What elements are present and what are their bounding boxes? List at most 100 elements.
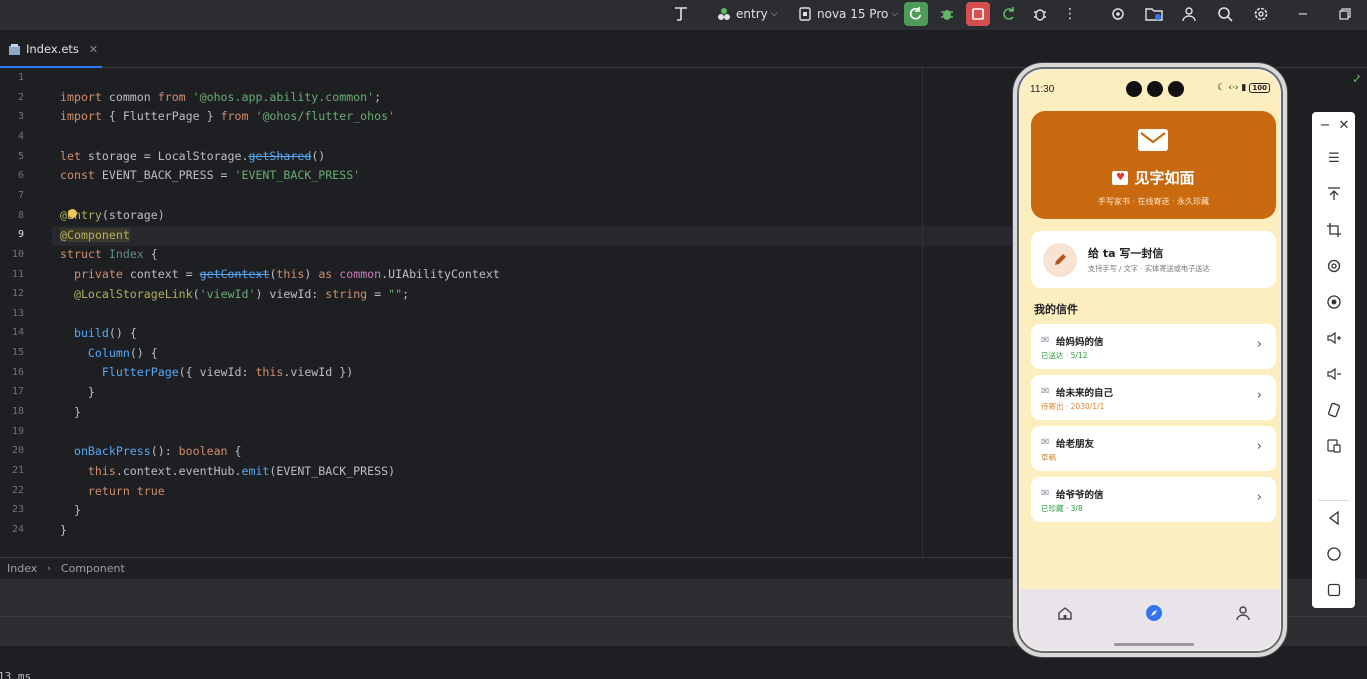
home-circle-icon[interactable]: [1323, 543, 1345, 565]
battery-icon: 100: [1249, 83, 1270, 93]
line-number: 17: [11, 386, 24, 398]
rerun-button[interactable]: [904, 2, 928, 26]
emulator-control-panel: − ✕ ☰: [1312, 112, 1355, 608]
module-selector[interactable]: entry ⌵: [716, 2, 778, 26]
letter-icon: ✉: [1041, 335, 1050, 346]
phone-screen[interactable]: 11:30 ☾ ‹·› ▮ 100 ♥ 见字如面 手写家书 · 在线寄送 · 永…: [1020, 70, 1280, 650]
minimize-icon: −: [1297, 6, 1309, 22]
back-icon[interactable]: [1323, 507, 1345, 529]
close-icon[interactable]: ✕: [89, 43, 98, 56]
crop-icon[interactable]: [1323, 219, 1345, 241]
line-number: 24: [11, 523, 24, 535]
write-letter-card[interactable]: 给 ta 写一封信 支持手写 / 文字 · 实体寄送或电子送达: [1031, 231, 1276, 288]
apply-changes-button[interactable]: [997, 2, 1021, 26]
breadcrumb-item-component[interactable]: Component: [61, 562, 125, 575]
letter-icon: ✉: [1041, 386, 1050, 397]
code-line-23: }: [60, 503, 81, 517]
restore-button[interactable]: [1333, 2, 1357, 26]
letter-item[interactable]: ✉ 给老朋友 草稿 ›: [1031, 426, 1276, 471]
letter-item[interactable]: ✉ 给未来的自己 待寄出 · 2030/1/1 ›: [1031, 375, 1276, 420]
line-number: 12: [11, 288, 24, 300]
debug-button[interactable]: [935, 2, 959, 26]
line-number: 11: [11, 268, 24, 280]
camera-icon: [1147, 81, 1163, 97]
code-line-9: @Component: [60, 228, 130, 242]
screen-record-icon[interactable]: [1323, 291, 1345, 313]
home-indicator[interactable]: [1114, 643, 1194, 646]
apply-changes-icon: [1003, 7, 1014, 20]
letter-title: 给老朋友: [1056, 439, 1095, 450]
attach-debugger-button[interactable]: [1028, 2, 1052, 26]
breadcrumb-item-index[interactable]: Index: [7, 562, 37, 575]
more-vertical-icon: ⋮: [1063, 6, 1077, 22]
write-letter-title: 给 ta 写一封信: [1088, 247, 1164, 260]
plugins-button[interactable]: [1106, 2, 1130, 26]
line-number: 15: [11, 347, 24, 359]
recents-square-icon[interactable]: [1323, 579, 1345, 601]
line-number: 18: [11, 406, 24, 418]
line-number: 9: [17, 229, 24, 241]
write-letter-subtitle: 支持手写 / 文字 · 实体寄送或电子送达: [1088, 264, 1210, 273]
inspection-ok-icon[interactable]: ✓: [1352, 72, 1362, 86]
tab-index-ets[interactable]: Index.ets ✕: [0, 30, 102, 69]
line-number: 20: [11, 445, 24, 457]
my-letters-heading: 我的信件: [1034, 303, 1078, 316]
device-selector[interactable]: nova 15 Pro ⌵: [797, 2, 898, 26]
rotate-icon[interactable]: [1323, 255, 1345, 277]
nav-profile-icon[interactable]: [1233, 603, 1253, 623]
letter-icon: ✉: [1041, 437, 1050, 448]
text-tool-icon[interactable]: [669, 2, 693, 26]
envelope-icon: [1138, 129, 1168, 151]
stop-button[interactable]: [966, 2, 990, 26]
volume-up-icon[interactable]: [1323, 327, 1345, 349]
account-button[interactable]: [1177, 2, 1201, 26]
minimize-button[interactable]: −: [1291, 2, 1315, 26]
code-line-11: private context = getContext(this) as co…: [73, 267, 500, 281]
chevron-right-icon: ›: [1256, 388, 1262, 403]
pencil-icon: [1043, 243, 1077, 277]
project-structure-button[interactable]: [1142, 2, 1166, 26]
code-line-5: let storage = LocalStorage.getShared(): [60, 149, 326, 163]
volume-down-icon[interactable]: [1323, 363, 1345, 385]
shake-icon[interactable]: [1323, 399, 1345, 421]
lightbulb-icon[interactable]: [68, 209, 77, 218]
letter-item[interactable]: ✉ 给妈妈的信 已送达 · 5/12 ›: [1031, 324, 1276, 369]
multi-device-icon[interactable]: [1323, 435, 1345, 457]
hero-title: 见字如面: [1134, 169, 1195, 187]
settings-button[interactable]: [1249, 2, 1273, 26]
search-icon: [1218, 7, 1233, 22]
line-number: 16: [11, 366, 24, 378]
breadcrumb: Index › Component: [0, 557, 1011, 579]
search-button[interactable]: [1213, 2, 1237, 26]
letter-status: 待寄出 · 2030/1/1: [1041, 402, 1105, 411]
chevron-down-icon: ⌵: [770, 9, 778, 19]
gear-icon: [1254, 7, 1268, 21]
console-timing: 13 ms: [0, 670, 32, 679]
restore-window-icon: [1339, 8, 1351, 20]
line-number: 1: [17, 72, 24, 83]
ets-file-icon: [9, 43, 20, 55]
line-number: 10: [11, 248, 24, 260]
line-number: 7: [17, 189, 24, 201]
code-line-12: @LocalStorageLink('viewId') viewId: stri…: [73, 287, 410, 301]
emulator-close-icon[interactable]: ✕: [1333, 114, 1355, 136]
phone-emulator: 11:30 ☾ ‹·› ▮ 100 ♥ 见字如面 手写家书 · 在线寄送 · 永…: [1013, 63, 1287, 657]
pin-top-icon[interactable]: [1323, 183, 1345, 205]
code-line-21: this.context.eventHub.emit(EVENT_BACK_PR…: [87, 464, 396, 478]
nav-compass-icon[interactable]: [1144, 603, 1164, 623]
line-number: 2: [17, 91, 24, 103]
code-editor[interactable]: 1 2 3 4 5 6 7 8 9 10 11 12 13 14 15 16 17 18 19 20 21 22 23 24 …: [0, 68, 1012, 557]
line-number: 19: [11, 425, 24, 437]
code-line-3: import { FlutterPage } from '@ohos/flutt…: [60, 109, 396, 123]
attach-bug-icon: [1034, 9, 1046, 21]
bug-icon: [941, 10, 953, 20]
letter-item[interactable]: ✉ 给爷爷的信 已珍藏 · 3/8 ›: [1031, 477, 1276, 522]
code-line-14: build() {: [73, 326, 137, 340]
code-line-22: return true: [87, 484, 165, 498]
menu-icon[interactable]: ☰: [1323, 147, 1345, 169]
code-line-6: const EVENT_BACK_PRESS = 'EVENT_BACK_PRE…: [60, 168, 361, 182]
more-actions-button[interactable]: ⋮: [1058, 2, 1082, 26]
heart-icon: ♥: [1112, 170, 1129, 185]
chevron-down-icon: ⌵: [891, 9, 899, 19]
nav-home-icon[interactable]: [1055, 603, 1075, 623]
